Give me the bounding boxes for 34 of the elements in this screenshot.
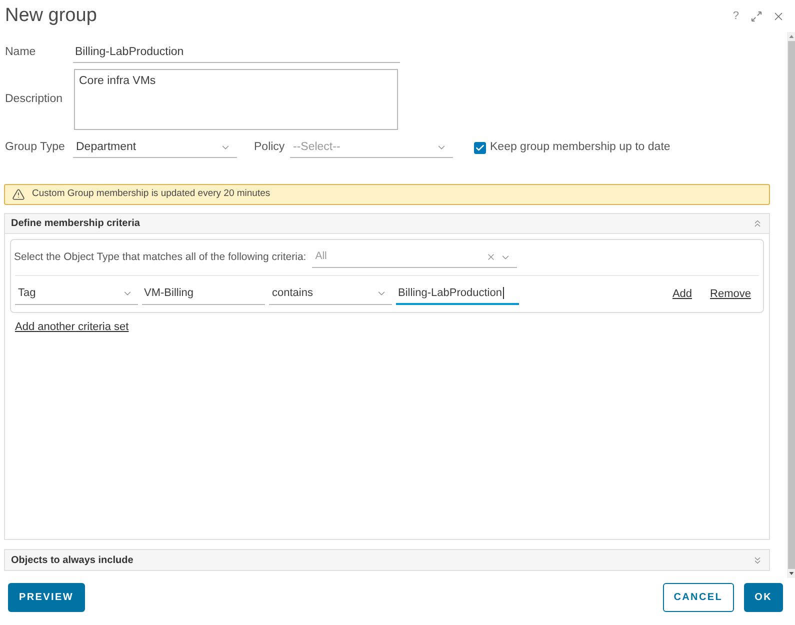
alert-text: Custom Group membership is updated every 20 minutes (32, 187, 270, 202)
field-label: Description (4, 92, 64, 107)
scroll-down-icon[interactable] (788, 572, 794, 575)
checkbox[interactable] (474, 142, 486, 154)
chevrons-down-icon[interactable] (752, 554, 763, 566)
field-label: Name (4, 45, 37, 60)
dialog-button[interactable]: OK (744, 583, 783, 612)
criteria-label: Select the Object Type that matches all of the following criteria: (14, 250, 306, 265)
tick-icon (475, 143, 485, 153)
section-header[interactable]: Define membership criteria (5, 214, 769, 234)
dialog-button[interactable]: PREVIEW (8, 583, 85, 612)
dialog-title: New group (5, 4, 98, 28)
dialog-button[interactable]: CANCEL (662, 583, 734, 612)
select-field[interactable]: Department (73, 138, 237, 158)
select-field[interactable]: contains (269, 284, 392, 304)
field-label: Group Type (4, 140, 66, 156)
select-field[interactable]: Tag (15, 284, 138, 304)
action-link[interactable]: Remove (710, 286, 751, 302)
scrollbar-thumb[interactable] (788, 41, 794, 569)
text-field[interactable]: Billing-LabProduction (396, 284, 519, 304)
expand-icon[interactable] (751, 10, 762, 22)
field-label: Policy (254, 140, 286, 156)
warning-icon (12, 188, 25, 201)
chevrons-up-icon[interactable] (752, 218, 763, 229)
section-header[interactable]: Objects to always include (5, 550, 769, 570)
text-cursor (502, 287, 504, 299)
scroll-up-icon[interactable] (788, 35, 794, 38)
name-field[interactable]: Billing-LabProduction (73, 43, 400, 63)
checkbox-label: Keep group membership up to date (490, 140, 670, 156)
description-field[interactable]: Core infra VMs (74, 69, 398, 130)
text-field[interactable]: VM-Billing (142, 284, 265, 304)
action-link[interactable]: Add (672, 286, 692, 302)
add-criteria-link[interactable]: Add another criteria set (15, 319, 129, 336)
clear-icon[interactable] (486, 252, 496, 262)
